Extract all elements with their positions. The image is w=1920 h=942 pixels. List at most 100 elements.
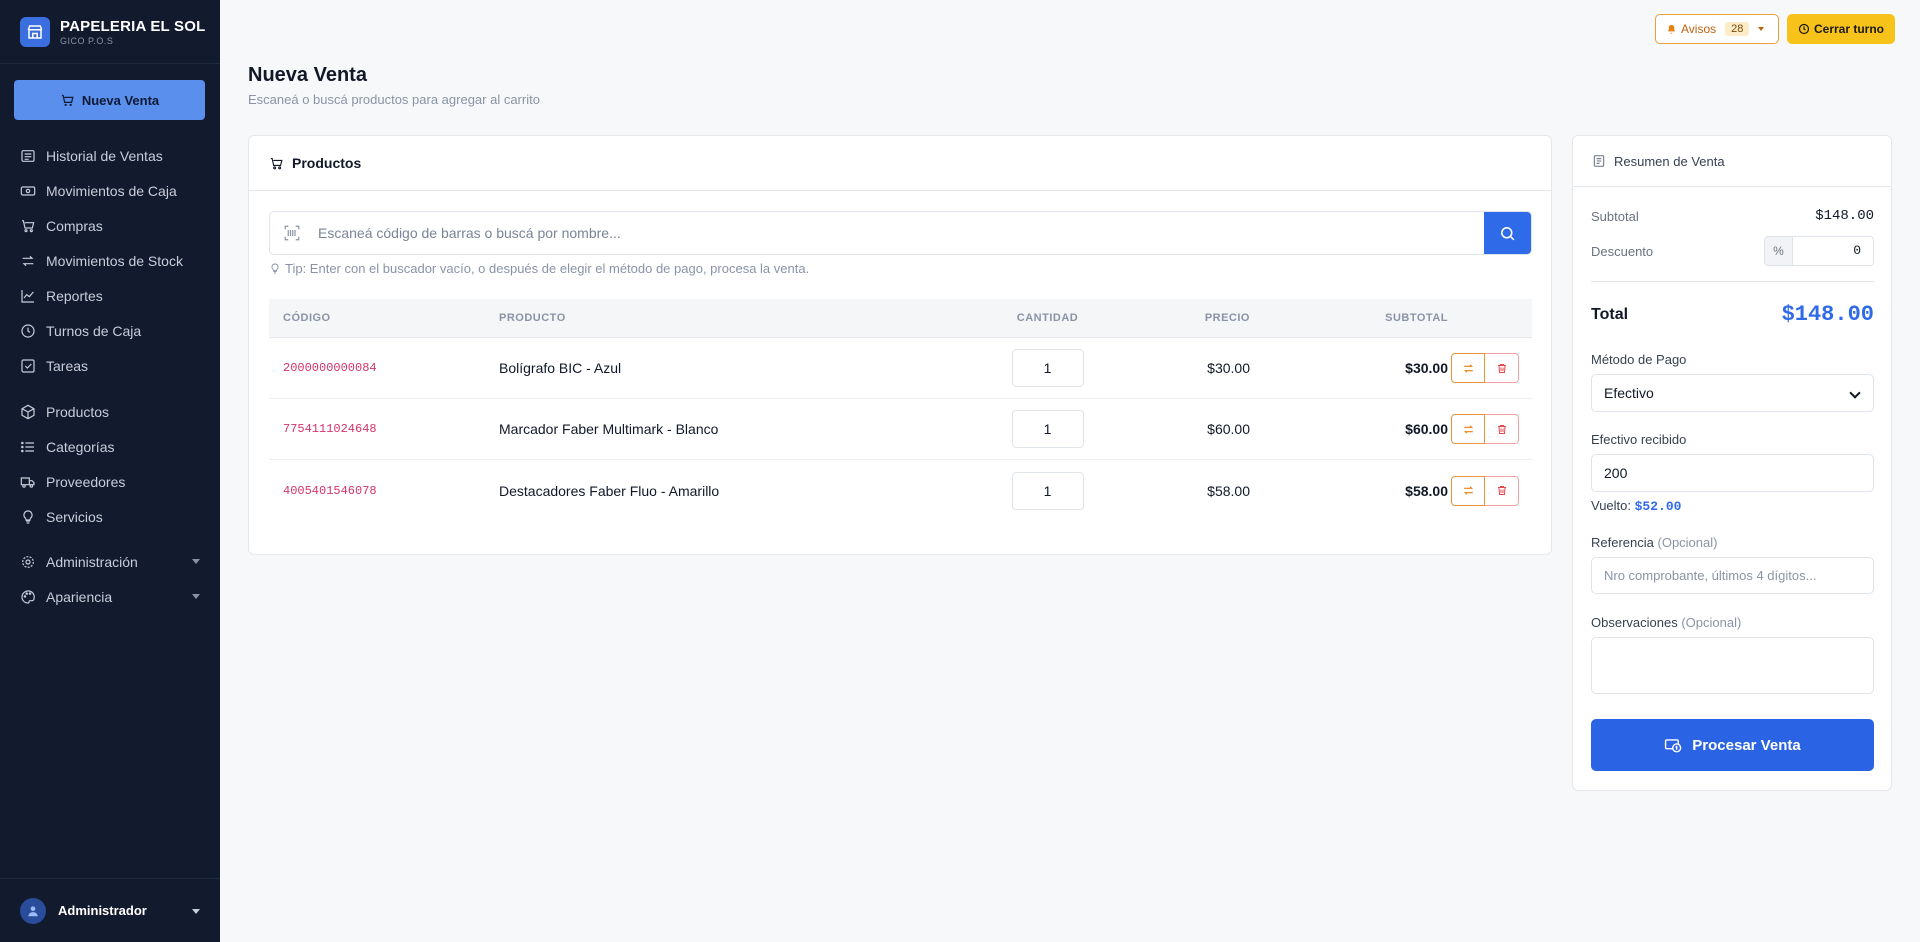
discount-label: Descuento bbox=[1591, 243, 1654, 259]
sidebar-item-movimientos-stock[interactable]: Movimientos de Stock bbox=[0, 243, 220, 278]
change-label: Vuelto: bbox=[1591, 498, 1631, 513]
user-menu[interactable]: Administrador bbox=[0, 878, 220, 942]
sidebar-nav-settings: Administración Apariencia bbox=[0, 544, 220, 614]
summary-header: Resumen de Venta bbox=[1573, 136, 1891, 187]
chevron-down-icon bbox=[1849, 387, 1861, 399]
swap-icon bbox=[1463, 424, 1473, 434]
sidebar-item-historial[interactable]: Historial de Ventas bbox=[0, 138, 220, 173]
cart-table: CÓDIGO PRODUCTO CANTIDAD PRECIO SUBTOTAL… bbox=[269, 299, 1532, 521]
col-product: PRODUCTO bbox=[499, 312, 566, 324]
payment-method-value: Efectivo bbox=[1604, 385, 1654, 401]
clock-icon bbox=[1798, 23, 1810, 35]
cart-icon bbox=[22, 219, 35, 232]
sidebar-item-productos[interactable]: Productos bbox=[0, 394, 220, 429]
sidebar-item-turnos[interactable]: Turnos de Caja bbox=[0, 313, 220, 348]
swap-button[interactable] bbox=[1451, 475, 1485, 506]
new-sale-label: Nueva Venta bbox=[81, 92, 160, 108]
sidebar-item-label: Historial de Ventas bbox=[46, 147, 163, 164]
sidebar-item-compras[interactable]: Compras bbox=[0, 208, 220, 243]
sidebar-item-label: Productos bbox=[46, 403, 110, 420]
trash-icon bbox=[1497, 424, 1506, 434]
col-qty: CANTIDAD bbox=[1016, 312, 1079, 324]
process-sale-button[interactable]: Procesar Venta bbox=[1591, 719, 1874, 771]
product-name: Marcador Faber Multimark - Blanco bbox=[499, 421, 719, 437]
sidebar-item-label: Tareas bbox=[46, 357, 89, 374]
product-code: 7754111024648 bbox=[283, 422, 377, 436]
sidebar-item-label: Categorías bbox=[46, 438, 115, 455]
sidebar-item-servicios[interactable]: Servicios bbox=[0, 499, 220, 534]
reference-input[interactable]: Nro comprobante, últimos 4 dígitos... bbox=[1591, 557, 1874, 594]
avatar bbox=[20, 897, 46, 924]
col-code: CÓDIGO bbox=[283, 312, 331, 324]
sidebar-item-administracion[interactable]: Administración bbox=[0, 544, 220, 579]
bell-icon bbox=[1667, 24, 1676, 34]
chart-icon bbox=[21, 289, 34, 303]
brand-subtitle: GICO P.O.S bbox=[60, 35, 114, 46]
gear-icon bbox=[22, 555, 34, 568]
process-sale-label: Procesar Venta bbox=[1692, 736, 1801, 754]
summary-card: Resumen de Venta Subtotal $148.00 Descue… bbox=[1572, 135, 1892, 791]
arrows-icon bbox=[22, 255, 34, 266]
cash-received-input[interactable]: 200 bbox=[1591, 454, 1874, 492]
percent-symbol: % bbox=[1765, 237, 1793, 265]
sidebar: PAPELERIA EL SOL GICO P.O.S Nueva Venta … bbox=[0, 0, 220, 942]
sidebar-item-proveedores[interactable]: Proveedores bbox=[0, 464, 220, 499]
products-card-header: Productos bbox=[249, 136, 1551, 191]
sidebar-item-label: Compras bbox=[46, 217, 103, 234]
product-subtotal: $30.00 bbox=[1405, 360, 1448, 376]
sidebar-item-reportes[interactable]: Reportes bbox=[0, 278, 220, 313]
observations-label: Observaciones (Opcional) bbox=[1591, 615, 1742, 630]
swap-button[interactable] bbox=[1451, 414, 1485, 444]
sidebar-item-label: Proveedores bbox=[46, 473, 126, 490]
subtotal-label: Subtotal bbox=[1591, 208, 1639, 224]
search-button[interactable] bbox=[1484, 212, 1531, 254]
product-subtotal: $60.00 bbox=[1405, 421, 1448, 437]
product-code: 2000000000084 bbox=[283, 361, 377, 375]
palette-icon bbox=[21, 589, 35, 604]
product-price: $60.00 bbox=[1207, 421, 1250, 437]
sidebar-item-label: Movimientos de Caja bbox=[46, 182, 177, 199]
observations-textarea[interactable] bbox=[1591, 637, 1874, 694]
sidebar-item-categorias[interactable]: Categorías bbox=[0, 429, 220, 464]
search-tip: Tip: Enter con el buscador vacío, o desp… bbox=[269, 261, 809, 276]
cerrar-turno-button[interactable]: Cerrar turno bbox=[1787, 14, 1895, 44]
page-title: Nueva Venta bbox=[248, 64, 367, 86]
delete-button[interactable] bbox=[1485, 475, 1519, 506]
payment-method-label: Método de Pago bbox=[1591, 352, 1687, 367]
sidebar-item-tareas[interactable]: Tareas bbox=[0, 348, 220, 383]
product-subtotal: $58.00 bbox=[1405, 482, 1448, 499]
subtotal-row: Subtotal $148.00 bbox=[1591, 208, 1874, 224]
box-icon bbox=[21, 404, 35, 419]
change-display: Vuelto: $52.00 bbox=[1591, 498, 1681, 514]
user-name: Administrador bbox=[58, 903, 147, 918]
search-input[interactable] bbox=[314, 212, 1484, 254]
swap-icon bbox=[1463, 486, 1473, 495]
sidebar-nav-main: Historial de Ventas Movimientos de Caja … bbox=[0, 138, 220, 383]
cart-icon bbox=[270, 157, 283, 169]
brand[interactable]: PAPELERIA EL SOL GICO P.O.S bbox=[0, 0, 220, 64]
total-label: Total bbox=[1591, 305, 1629, 323]
quantity-input[interactable]: 1 bbox=[1011, 471, 1084, 510]
checkbox-icon bbox=[21, 358, 35, 373]
table-row: 4005401546078 Destacadores Faber Fluo - … bbox=[269, 460, 1532, 521]
brand-name: PAPELERIA EL SOL bbox=[60, 17, 206, 35]
search-icon bbox=[1501, 226, 1515, 240]
discount-input[interactable]: % 0 bbox=[1764, 236, 1874, 266]
divider bbox=[1591, 281, 1874, 282]
sidebar-item-movimientos-caja[interactable]: Movimientos de Caja bbox=[0, 173, 220, 208]
sidebar-item-apariencia[interactable]: Apariencia bbox=[0, 579, 220, 614]
delete-button[interactable] bbox=[1485, 353, 1519, 383]
table-row: 7754111024648 Marcador Faber Multimark -… bbox=[269, 399, 1532, 460]
swap-button[interactable] bbox=[1451, 353, 1485, 383]
quantity-input[interactable]: 1 bbox=[1011, 410, 1084, 448]
avisos-button[interactable]: Avisos 28 bbox=[1655, 14, 1779, 44]
barcode-scan-icon[interactable] bbox=[270, 212, 314, 254]
optional-tag: (Opcional) bbox=[1657, 535, 1718, 550]
delete-button[interactable] bbox=[1485, 414, 1519, 444]
swap-icon bbox=[1463, 363, 1473, 373]
payment-method-select[interactable]: Efectivo bbox=[1591, 374, 1874, 412]
receipt-icon bbox=[1593, 155, 1605, 167]
new-sale-button[interactable]: Nueva Venta bbox=[14, 80, 205, 120]
products-card: Productos Tip: Enter con el buscador vac… bbox=[248, 135, 1552, 555]
quantity-input[interactable]: 1 bbox=[1011, 349, 1084, 387]
